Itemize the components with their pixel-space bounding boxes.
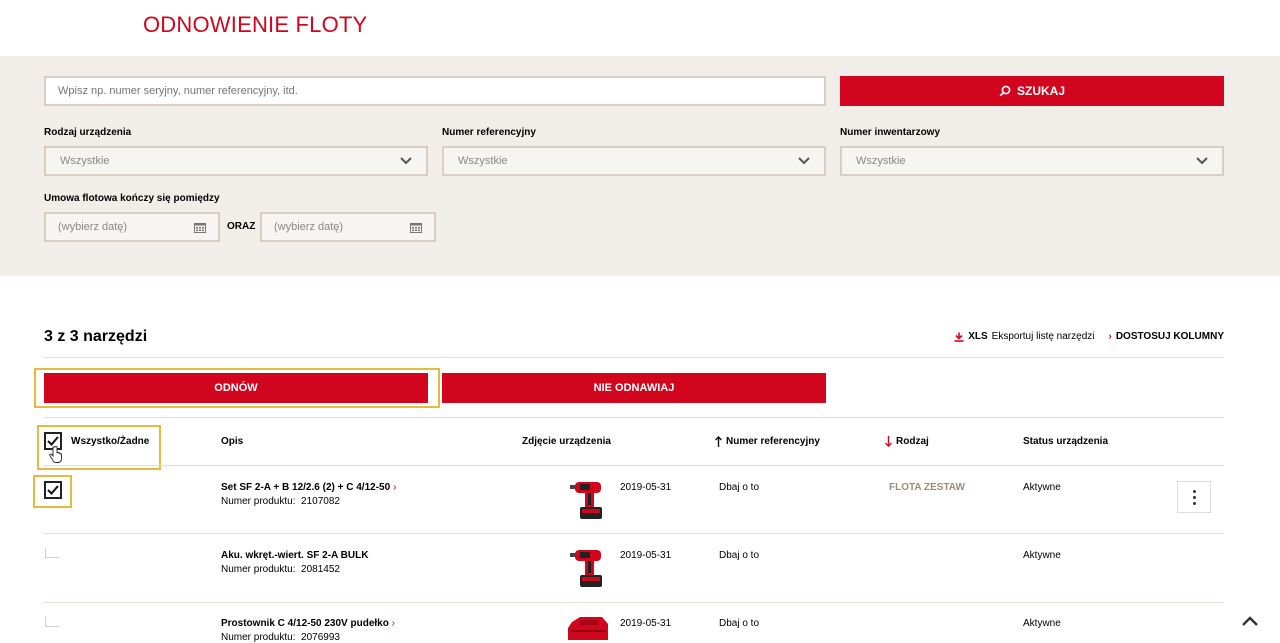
date-to-placeholder: (wybierz datę) bbox=[274, 221, 344, 233]
product-number: 2081452 bbox=[301, 564, 340, 575]
search-input[interactable] bbox=[44, 76, 826, 106]
product-number-label: Numer produktu: bbox=[221, 496, 296, 507]
row-reference: Dbaj o to bbox=[719, 550, 760, 561]
download-icon bbox=[954, 332, 964, 342]
date-to-field[interactable]: (wybierz datę) bbox=[260, 212, 436, 242]
chevron-down-icon bbox=[400, 157, 412, 165]
type-header-label: Rodzaj bbox=[896, 436, 929, 447]
row-checkbox[interactable] bbox=[45, 548, 59, 558]
date-range-joiner: ORAZ bbox=[227, 221, 256, 232]
inventory-number-select[interactable]: Wszystkie bbox=[840, 146, 1224, 176]
checkmark-icon bbox=[47, 485, 59, 495]
photo-header: Zdjęcie urządzenia bbox=[522, 436, 611, 447]
divider bbox=[44, 602, 1224, 603]
chevron-right-icon: › bbox=[392, 482, 397, 493]
row-reference: Dbaj o to bbox=[719, 482, 760, 493]
divider bbox=[44, 357, 1224, 358]
export-xls-link[interactable]: XLS Eksportuj listę narzędzi bbox=[954, 331, 1094, 342]
calendar-icon bbox=[194, 222, 206, 233]
row-date: 2019-05-31 bbox=[620, 482, 672, 493]
row-status: Aktywne bbox=[1023, 482, 1061, 493]
product-number-label: Numer produktu: bbox=[221, 564, 296, 575]
device-type-value: Wszystkie bbox=[60, 155, 110, 167]
row-status: Aktywne bbox=[1023, 618, 1061, 629]
table-row-description: Prostownik C 4/12-50 230V pudełko › Nume… bbox=[221, 618, 395, 643]
row-date: 2019-05-31 bbox=[620, 550, 672, 561]
product-number: 2107082 bbox=[301, 496, 340, 507]
reference-header[interactable]: Numer referencyjny bbox=[715, 436, 820, 447]
product-name-link[interactable]: Aku. wkręt.-wiert. SF 2-A BULK bbox=[221, 550, 368, 561]
device-type-label: Rodzaj urządzenia bbox=[44, 127, 132, 138]
drill-image bbox=[570, 550, 602, 587]
table-row-description: Aku. wkręt.-wiert. SF 2-A BULK Numer pro… bbox=[221, 550, 368, 575]
row-menu-button[interactable] bbox=[1177, 481, 1211, 513]
reference-header-label: Numer referencyjny bbox=[726, 436, 820, 447]
divider bbox=[44, 465, 1224, 466]
more-vertical-icon bbox=[1192, 489, 1196, 493]
chevron-down-icon bbox=[1196, 157, 1208, 165]
chevron-right-icon: › bbox=[391, 618, 395, 629]
scroll-to-top-icon[interactable] bbox=[1242, 616, 1258, 626]
chevron-right-icon: › bbox=[1108, 331, 1112, 342]
row-type-badge: FLOTA ZESTAW bbox=[889, 482, 965, 493]
inventory-number-label: Numer inwentarzowy bbox=[840, 127, 941, 138]
search-button-label: SZUKAJ bbox=[1016, 84, 1065, 98]
divider bbox=[44, 533, 1224, 534]
search-button[interactable]: SZUKAJ bbox=[840, 76, 1224, 106]
adjust-columns-label: DOSTOSUJ KOLUMNY bbox=[1115, 331, 1224, 342]
type-header[interactable]: Rodzaj bbox=[885, 436, 929, 447]
row-date: 2019-05-31 bbox=[620, 618, 672, 629]
row-status: Aktywne bbox=[1023, 550, 1061, 561]
row-checkbox[interactable] bbox=[44, 481, 62, 499]
adjust-columns-link[interactable]: › DOSTOSUJ KOLUMNY bbox=[1108, 331, 1224, 342]
export-label: Eksportuj listę narzędzi bbox=[991, 331, 1095, 342]
row-reference: Dbaj o to bbox=[719, 618, 760, 629]
contract-end-label: Umowa flotowa kończy się pomiędzy bbox=[44, 193, 220, 204]
reference-number-label: Numer referencyjny bbox=[442, 127, 536, 138]
hand-cursor-icon bbox=[49, 446, 62, 463]
do-not-renew-button[interactable]: NIE ODNAWIAJ bbox=[442, 373, 826, 403]
reference-number-select[interactable]: Wszystkie bbox=[442, 146, 826, 176]
calendar-icon bbox=[410, 222, 422, 233]
product-number: 2076993 bbox=[301, 632, 340, 643]
date-from-placeholder: (wybierz datę) bbox=[58, 221, 128, 233]
chevron-down-icon bbox=[798, 157, 810, 165]
drill-image bbox=[570, 482, 602, 519]
results-toolbar: XLS Eksportuj listę narzędzi › DOSTOSUJ … bbox=[954, 331, 1224, 342]
inventory-number-value: Wszystkie bbox=[856, 155, 906, 167]
results-count: 3 z 3 narzędzi bbox=[44, 328, 148, 345]
status-header: Status urządzenia bbox=[1023, 436, 1109, 447]
search-icon bbox=[999, 85, 1011, 97]
charger-image bbox=[568, 617, 608, 640]
description-header: Opis bbox=[221, 436, 244, 447]
renew-button[interactable]: ODNÓW bbox=[44, 373, 428, 403]
reference-number-value: Wszystkie bbox=[458, 155, 508, 167]
product-name-link[interactable]: Prostownik C 4/12-50 230V pudełko bbox=[221, 618, 389, 629]
product-number-label: Numer produktu: bbox=[221, 632, 296, 643]
export-xls-label: XLS bbox=[968, 331, 988, 342]
arrow-down-icon bbox=[885, 436, 892, 447]
checkmark-icon bbox=[47, 436, 59, 446]
product-name-link[interactable]: Set SF 2-A + B 12/2.6 (2) + C 4/12-50 bbox=[221, 482, 390, 493]
arrow-up-icon bbox=[715, 436, 722, 447]
select-all-label: Wszystko/Żadne bbox=[71, 436, 150, 447]
date-from-field[interactable]: (wybierz datę) bbox=[44, 212, 220, 242]
table-row-description: Set SF 2-A + B 12/2.6 (2) + C 4/12-50 › … bbox=[221, 482, 396, 507]
device-type-select[interactable]: Wszystkie bbox=[44, 146, 428, 176]
page-title: ODNOWIENIE FLOTY bbox=[143, 12, 368, 37]
row-checkbox[interactable] bbox=[45, 617, 59, 627]
divider bbox=[44, 417, 1224, 418]
